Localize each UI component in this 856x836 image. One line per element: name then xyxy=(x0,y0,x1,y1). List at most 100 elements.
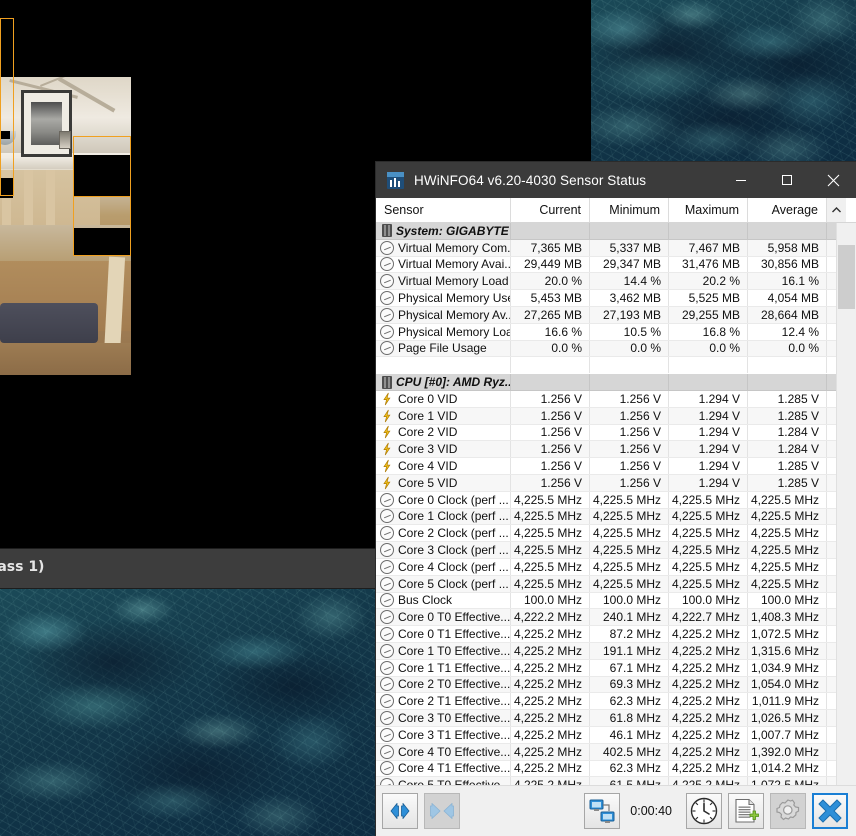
sensor-row[interactable]: Core 1 T1 Effective... 4,225.2 MHz 67.1 MH… xyxy=(376,659,836,677)
gauge-icon xyxy=(380,341,394,356)
expand-all-button[interactable] xyxy=(382,793,418,829)
sensor-group-row[interactable]: CPU [#0]: AMD Ryz... xyxy=(376,374,836,391)
sensor-row[interactable]: Core 3 VID 1.256 V 1.256 V 1.294 V 1.284 V xyxy=(376,441,836,459)
sensor-row[interactable]: Core 0 VID 1.256 V 1.256 V 1.294 V 1.285 V xyxy=(376,390,836,408)
maximum-value-cell xyxy=(669,223,748,239)
column-header-average[interactable]: Average xyxy=(748,198,827,222)
sensor-row[interactable]: Core 3 T0 Effective... 4,225.2 MHz 61.8 MH… xyxy=(376,710,836,727)
sensor-row[interactable]: Bus Clock 100.0 MHz 100.0 MHz 100.0 MHz 100.… xyxy=(376,592,836,610)
sensor-name-cell: Core 1 VID xyxy=(376,407,511,424)
sensor-name-cell: Core 0 VID xyxy=(376,390,511,407)
maximum-value-cell: 16.8 % xyxy=(669,323,748,340)
column-header-sensor[interactable]: Sensor xyxy=(376,198,511,222)
sensor-row[interactable]: Core 0 T0 Effective... 4,222.2 MHz 240.1 M… xyxy=(376,609,836,627)
vertical-scrollbar[interactable] xyxy=(836,223,856,802)
sensor-row[interactable]: Core 4 T1 Effective... 4,225.2 MHz 62.3 MH… xyxy=(376,760,836,778)
gauge-icon xyxy=(380,761,394,776)
hwinfo-sensor-status-window: HWiNFO64 v6.20-4030 Sensor Status Sensor… xyxy=(376,162,856,836)
gauge-icon xyxy=(380,727,394,742)
sensor-row[interactable]: Physical Memory Av... 27,265 MB 27,193 MB 2… xyxy=(376,306,836,324)
sensor-row[interactable]: Page File Usage 0.0 % 0.0 % 0.0 % 0.0 % xyxy=(376,340,836,358)
unrendered-tile xyxy=(14,34,376,77)
column-header-minimum[interactable]: Minimum xyxy=(590,198,669,222)
minimum-value-cell: 87.2 MHz xyxy=(590,626,669,642)
sensor-row[interactable]: Core 4 T0 Effective... 4,225.2 MHz 402.5 M… xyxy=(376,743,836,761)
sensor-row[interactable]: Core 4 VID 1.256 V 1.256 V 1.294 V 1.285 V xyxy=(376,458,836,475)
sensor-name-cell: Core 5 Clock (perf ... xyxy=(376,575,511,592)
column-header-maximum[interactable]: Maximum xyxy=(669,198,748,222)
minimum-value-cell: 3,462 MB xyxy=(590,290,669,306)
sensor-group-row[interactable]: System: GIGABYTE ... xyxy=(376,223,836,240)
scrollbar-up-arrow[interactable] xyxy=(827,198,846,222)
maximum-value-cell: 4,225.5 MHz xyxy=(669,525,748,542)
sensor-name-cell: Virtual Memory Avai... xyxy=(376,256,511,273)
sensor-row[interactable]: Core 5 VID 1.256 V 1.256 V 1.294 V 1.285 V xyxy=(376,474,836,492)
minimum-value-cell xyxy=(590,223,669,239)
sensor-row[interactable]: Core 3 T1 Effective... 4,225.2 MHz 46.1 MH… xyxy=(376,726,836,744)
column-header-current[interactable]: Current xyxy=(511,198,590,222)
sensor-row[interactable]: Core 2 T0 Effective... 4,225.2 MHz 69.3 MH… xyxy=(376,676,836,694)
minimize-button[interactable] xyxy=(718,162,764,198)
configure-button[interactable] xyxy=(770,793,806,829)
average-value-cell: 5,958 MB xyxy=(748,239,827,256)
sensor-row[interactable]: Core 2 VID 1.256 V 1.256 V 1.294 V 1.284 V xyxy=(376,424,836,442)
sensor-row[interactable]: Core 3 Clock (perf ... 4,225.5 MHz 4,225.5… xyxy=(376,542,836,559)
sensor-row[interactable]: Core 1 Clock (perf ... 4,225.5 MHz 4,225.5… xyxy=(376,508,836,526)
window-title-bar[interactable]: HWiNFO64 v6.20-4030 Sensor Status xyxy=(376,162,856,198)
maximize-button[interactable] xyxy=(764,162,810,198)
sensor-label: Core 2 T1 Effective... xyxy=(398,694,510,709)
sensor-row[interactable]: Core 0 T1 Effective... 4,225.2 MHz 87.2 MH… xyxy=(376,626,836,643)
average-value-cell: 1.285 V xyxy=(748,474,827,491)
current-value-cell: 4,225.2 MHz xyxy=(511,659,590,676)
minimum-value-cell xyxy=(590,374,669,390)
sensor-row[interactable]: Virtual Memory Load 20.0 % 14.4 % 20.2 % 16.… xyxy=(376,273,836,291)
average-value-cell: 1.285 V xyxy=(748,458,827,474)
sensor-row[interactable]: Core 2 T1 Effective... 4,225.2 MHz 62.3 MH… xyxy=(376,693,836,711)
sensor-row[interactable]: Core 5 Clock (perf ... 4,225.5 MHz 4,225.5… xyxy=(376,575,836,593)
unrendered-tile xyxy=(0,375,376,548)
reset-timer-button[interactable] xyxy=(686,793,722,829)
close-button[interactable] xyxy=(810,162,856,198)
minimum-value-cell: 62.3 MHz xyxy=(590,760,669,777)
average-value-cell: 4,225.5 MHz xyxy=(748,542,827,558)
minimum-value-cell: 1.256 V xyxy=(590,390,669,407)
average-value-cell: 4,225.5 MHz xyxy=(748,558,827,575)
minimum-value-cell: 4,225.5 MHz xyxy=(590,508,669,525)
maximum-value-cell: 4,225.2 MHz xyxy=(669,642,748,659)
minimum-value-cell: 100.0 MHz xyxy=(590,592,669,609)
minimum-value-cell: 0.0 % xyxy=(590,340,669,357)
maximum-value-cell xyxy=(669,357,748,374)
scrollbar-thumb[interactable] xyxy=(838,245,855,309)
logging-button[interactable] xyxy=(728,793,764,829)
minimum-value-cell: 14.4 % xyxy=(590,273,669,290)
minimum-value-cell: 4,225.5 MHz xyxy=(590,491,669,508)
render-preview-caustics-top xyxy=(591,0,856,162)
remote-monitor-button[interactable] xyxy=(584,793,621,829)
sensor-row[interactable]: Core 4 Clock (perf ... 4,225.5 MHz 4,225.5… xyxy=(376,558,836,576)
sensor-label: Physical Memory Used xyxy=(398,291,510,306)
sensor-row[interactable]: Physical Memory Used 5,453 MB 3,462 MB 5,52… xyxy=(376,290,836,307)
current-value-cell xyxy=(511,357,590,374)
sensor-row[interactable]: Core 1 VID 1.256 V 1.256 V 1.294 V 1.285 V xyxy=(376,407,836,425)
average-value-cell: 16.1 % xyxy=(748,273,827,290)
maximum-value-cell: 4,225.5 MHz xyxy=(669,558,748,575)
maximum-value-cell: 7,467 MB xyxy=(669,239,748,256)
current-value-cell: 4,225.2 MHz xyxy=(511,743,590,760)
sensor-row[interactable]: Core 1 T0 Effective... 4,225.2 MHz 191.1 M… xyxy=(376,642,836,660)
sensor-label: Core 1 Clock (perf ... xyxy=(398,509,509,524)
sensor-row[interactable]: Core 0 Clock (perf ... 4,225.5 MHz 4,225.5… xyxy=(376,491,836,509)
maximum-value-cell: 29,255 MB xyxy=(669,306,748,323)
sensor-row[interactable]: Core 2 Clock (perf ... 4,225.5 MHz 4,225.5… xyxy=(376,525,836,543)
sensor-row[interactable]: Virtual Memory Com... 7,365 MB 5,337 MB 7,4… xyxy=(376,239,836,257)
average-value-cell: 1,072.5 MHz xyxy=(748,626,827,642)
sensor-name-cell: Core 1 T0 Effective... xyxy=(376,642,511,659)
sensor-grid[interactable]: System: GIGABYTE ... Virtual Memory Com..… xyxy=(376,223,836,802)
average-value-cell: 4,225.5 MHz xyxy=(748,525,827,542)
close-sensors-button[interactable] xyxy=(812,793,848,829)
current-value-cell: 4,225.5 MHz xyxy=(511,542,590,558)
current-value-cell: 4,225.2 MHz xyxy=(511,726,590,743)
average-value-cell: 12.4 % xyxy=(748,323,827,340)
collapse-all-button[interactable] xyxy=(424,793,460,829)
sensor-row[interactable]: Virtual Memory Avai... 29,449 MB 29,347 MB… xyxy=(376,256,836,274)
sensor-row[interactable]: Physical Memory Load 16.6 % 10.5 % 16.8 % 12… xyxy=(376,323,836,341)
